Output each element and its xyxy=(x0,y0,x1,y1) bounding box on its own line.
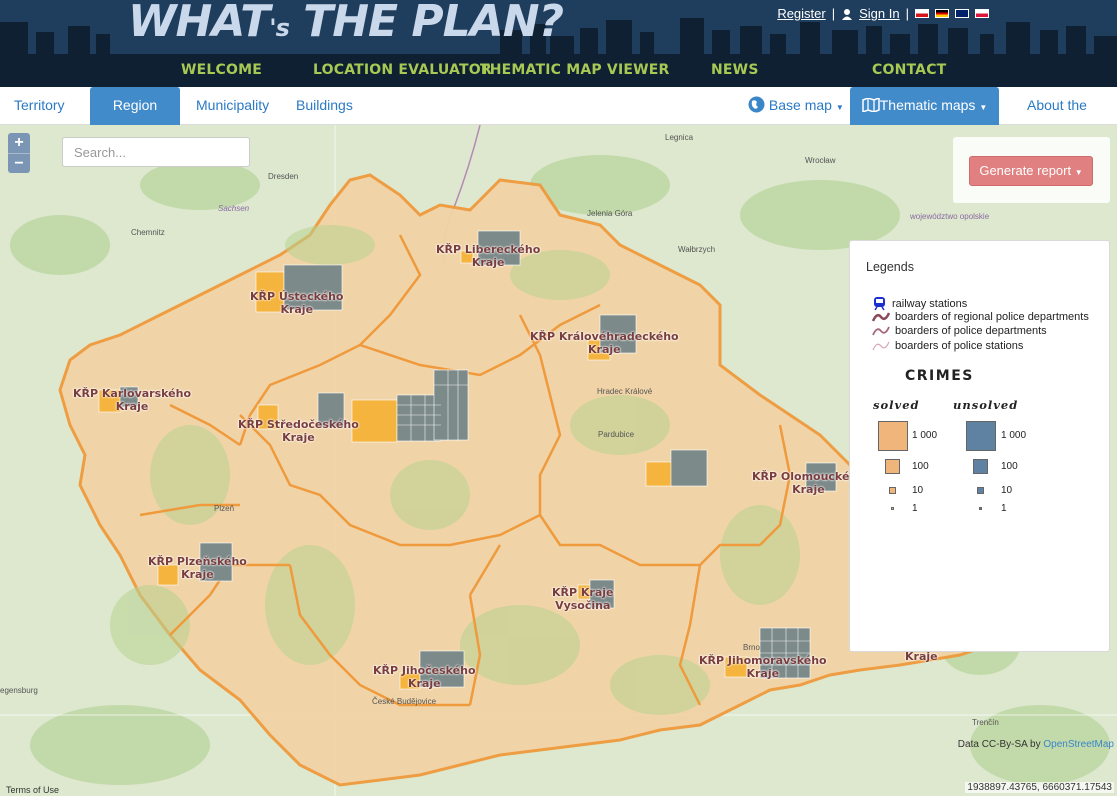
map-search-input[interactable] xyxy=(62,137,250,167)
region-label[interactable]: KŘP Královéhradeckého Kraje xyxy=(530,330,679,356)
register-link[interactable]: Register xyxy=(777,6,825,21)
nav-thematic-map-viewer[interactable]: THEMATIC MAP VIEWER xyxy=(480,62,670,78)
scale-label: 1 xyxy=(912,503,918,514)
zoom-control: + − xyxy=(8,133,30,173)
solved-symbol-1000 xyxy=(878,421,908,451)
nav-welcome[interactable]: WELCOME xyxy=(181,62,262,78)
site-logo[interactable]: WHAT's THE PLAN? xyxy=(128,0,564,47)
solved-symbol-10 xyxy=(889,487,896,494)
mouse-coordinates: 1938897.43765, 6660371.17543 xyxy=(965,782,1114,793)
openstreetmap-link[interactable]: OpenStreetMap xyxy=(1043,739,1114,750)
place-label: Jelenia Góra xyxy=(587,209,633,218)
legend-title: Legends xyxy=(866,260,914,274)
place-label: Plzeň xyxy=(214,504,235,513)
czech-flag-icon[interactable] xyxy=(915,9,929,18)
site-header: WHAT's THE PLAN? Register | Sign In | WE… xyxy=(0,0,1117,87)
account-links: Register | Sign In | xyxy=(777,6,989,21)
scale-label: 1 000 xyxy=(1001,430,1027,441)
place-label: Trenčín xyxy=(972,718,999,727)
region-label[interactable]: KŘP Jihočeského Kraje xyxy=(373,664,476,690)
map-attribution: Data CC-By-SA by OpenStreetMap xyxy=(957,739,1114,750)
region-label[interactable]: KŘP Libereckého Kraje xyxy=(436,243,540,269)
report-panel: Generate report ▼ xyxy=(953,137,1110,203)
legend-item: boarders of regional police departments xyxy=(872,311,1089,323)
scale-label: 100 xyxy=(1001,461,1018,472)
uk-flag-icon[interactable] xyxy=(955,9,969,18)
signin-link[interactable]: Sign In xyxy=(859,6,899,21)
main-nav: WELCOME LOCATION EVALUATOR THEMATIC MAP … xyxy=(0,54,1117,87)
scale-label: 100 xyxy=(912,461,929,472)
solved-symbol-100 xyxy=(885,459,900,474)
region-label[interactable]: KŘP Středočeského Kraje xyxy=(238,418,359,444)
user-icon xyxy=(842,8,853,20)
thematic-maps-dropdown[interactable]: Thematic maps ▼ xyxy=(850,87,999,125)
region-label[interactable]: KŘP Kraje Vysočina xyxy=(552,586,614,612)
legend-panel: Legends railway stations boarders of reg… xyxy=(849,240,1110,652)
level-tab-bar: Territory Region Municipality Buildings … xyxy=(0,87,1117,150)
legend-item: boarders of police stations xyxy=(872,340,1023,352)
zoom-in-button[interactable]: + xyxy=(8,133,30,153)
crimes-heading: CRIMES xyxy=(905,368,974,384)
scale-label: 10 xyxy=(1001,485,1013,496)
tab-region[interactable]: Region xyxy=(90,87,180,125)
terms-of-use-link[interactable]: Terms of Use xyxy=(6,785,59,795)
region-label[interactable]: KŘP Plzeňského Kraje xyxy=(148,555,247,581)
nav-location-evaluator[interactable]: LOCATION EVALUATOR xyxy=(313,62,492,78)
unsolved-symbol-1 xyxy=(979,507,982,510)
place-label: Chemnitz xyxy=(131,228,165,237)
place-label: egensburg xyxy=(0,686,38,695)
solved-heading: solved xyxy=(873,398,920,412)
region-label[interactable]: KŘP Jihomoravského Kraje xyxy=(699,654,827,680)
scale-label: 1 xyxy=(1001,503,1007,514)
place-label: Legnica xyxy=(665,133,694,142)
region-label[interactable]: KŘP Karlovarského Kraje xyxy=(73,387,191,413)
zoom-out-button[interactable]: − xyxy=(8,153,30,173)
place-label: Dresden xyxy=(268,172,299,181)
legend-item: railway stations xyxy=(872,296,967,311)
polish-flag-icon[interactable] xyxy=(975,9,989,18)
separator: | xyxy=(905,6,909,21)
place-label: České Budějovice xyxy=(372,697,437,706)
tab-buildings[interactable]: Buildings xyxy=(282,87,367,125)
generate-report-button[interactable]: Generate report ▼ xyxy=(969,156,1093,186)
separator: | xyxy=(831,6,836,21)
train-icon xyxy=(874,297,885,311)
department-border-line-icon xyxy=(872,326,890,336)
unsolved-heading: unsolved xyxy=(953,398,1019,412)
solved-symbol-1 xyxy=(891,507,894,510)
place-label: Pardubice xyxy=(598,430,635,439)
globe-icon xyxy=(748,96,765,113)
station-border-line-icon xyxy=(872,341,890,351)
unsolved-symbol-1000 xyxy=(966,421,996,451)
about-app-link[interactable]: About the app xyxy=(1013,87,1117,150)
place-label: Wałbrzych xyxy=(678,245,716,254)
place-label: Hradec Králové xyxy=(597,387,653,396)
place-label: Wrocław xyxy=(805,156,836,165)
legend-item: boarders of police departments xyxy=(872,325,1047,337)
place-label: Sachsen xyxy=(218,204,250,213)
place-label: województwo opolskie xyxy=(910,212,990,221)
tab-territory[interactable]: Territory xyxy=(0,87,79,125)
unsolved-symbol-10 xyxy=(977,487,984,494)
place-label: Brno xyxy=(743,643,760,652)
nav-news[interactable]: NEWS xyxy=(711,62,759,78)
map-icon xyxy=(861,96,880,114)
regional-border-line-icon xyxy=(872,312,890,322)
german-flag-icon[interactable] xyxy=(935,9,949,18)
region-label[interactable]: KŘP Ústeckého Kraje xyxy=(250,290,343,316)
base-map-dropdown[interactable]: Base map ▼ xyxy=(734,87,858,125)
region-label[interactable]: KŘP Olomouckého Kraje xyxy=(752,470,865,496)
scale-label: 10 xyxy=(912,485,924,496)
map-viewport[interactable]: Legnica Wrocław Dresden Sachsen Chemnitz… xyxy=(0,125,1117,796)
tab-municipality[interactable]: Municipality xyxy=(182,87,283,125)
unsolved-symbol-100 xyxy=(973,459,988,474)
scale-label: 1 000 xyxy=(912,430,938,441)
nav-contact[interactable]: CONTACT xyxy=(872,62,946,78)
